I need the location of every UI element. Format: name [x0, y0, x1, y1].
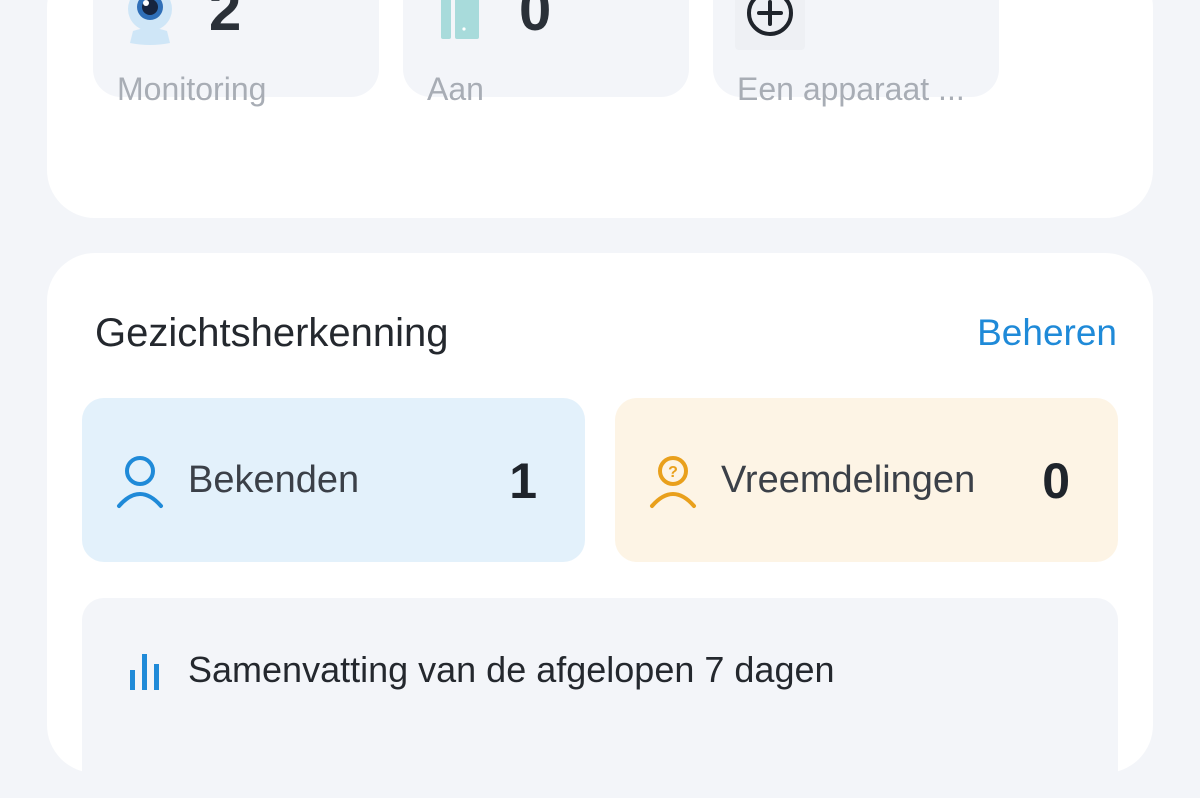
door-icon	[441, 0, 479, 39]
on-count: 0	[519, 0, 552, 43]
add-device-tile[interactable]: Een apparaat ...	[713, 0, 999, 107]
summary-label: Samenvatting van de afgelopen 7 dagen	[188, 649, 835, 690]
strangers-label: Vreemdelingen	[721, 459, 976, 501]
strangers-count: 0	[1042, 453, 1070, 509]
monitoring-count: 2	[209, 0, 242, 43]
known-faces-card[interactable]: Bekenden 1	[82, 398, 585, 562]
camera-icon	[128, 0, 172, 45]
face-recognition-card: Gezichtsherkenning Beheren Bekenden 1 ? …	[47, 253, 1153, 798]
known-label: Bekenden	[188, 459, 360, 501]
add-icon-background	[735, 0, 805, 50]
devices-card: 2 Monitoring 0 Aan Een apparaat ...	[47, 0, 1153, 218]
manage-link[interactable]: Beheren	[977, 312, 1117, 354]
strangers-card[interactable]: ? Vreemdelingen 0	[615, 398, 1118, 562]
person-icon	[117, 456, 163, 508]
monitoring-label: Monitoring	[117, 72, 267, 107]
on-label: Aan	[427, 72, 484, 107]
known-count: 1	[509, 453, 537, 509]
unknown-person-icon: ?	[650, 456, 696, 508]
section-title: Gezichtsherkenning	[95, 311, 449, 355]
bar-chart-icon	[130, 654, 159, 690]
on-tile[interactable]: 0 Aan	[403, 0, 689, 107]
summary-card[interactable]: Samenvatting van de afgelopen 7 dagen	[82, 598, 1118, 798]
add-device-label: Een apparaat ...	[737, 72, 965, 107]
add-circle-icon	[747, 0, 793, 36]
monitoring-tile[interactable]: 2 Monitoring	[93, 0, 379, 107]
svg-text:?: ?	[668, 464, 678, 481]
